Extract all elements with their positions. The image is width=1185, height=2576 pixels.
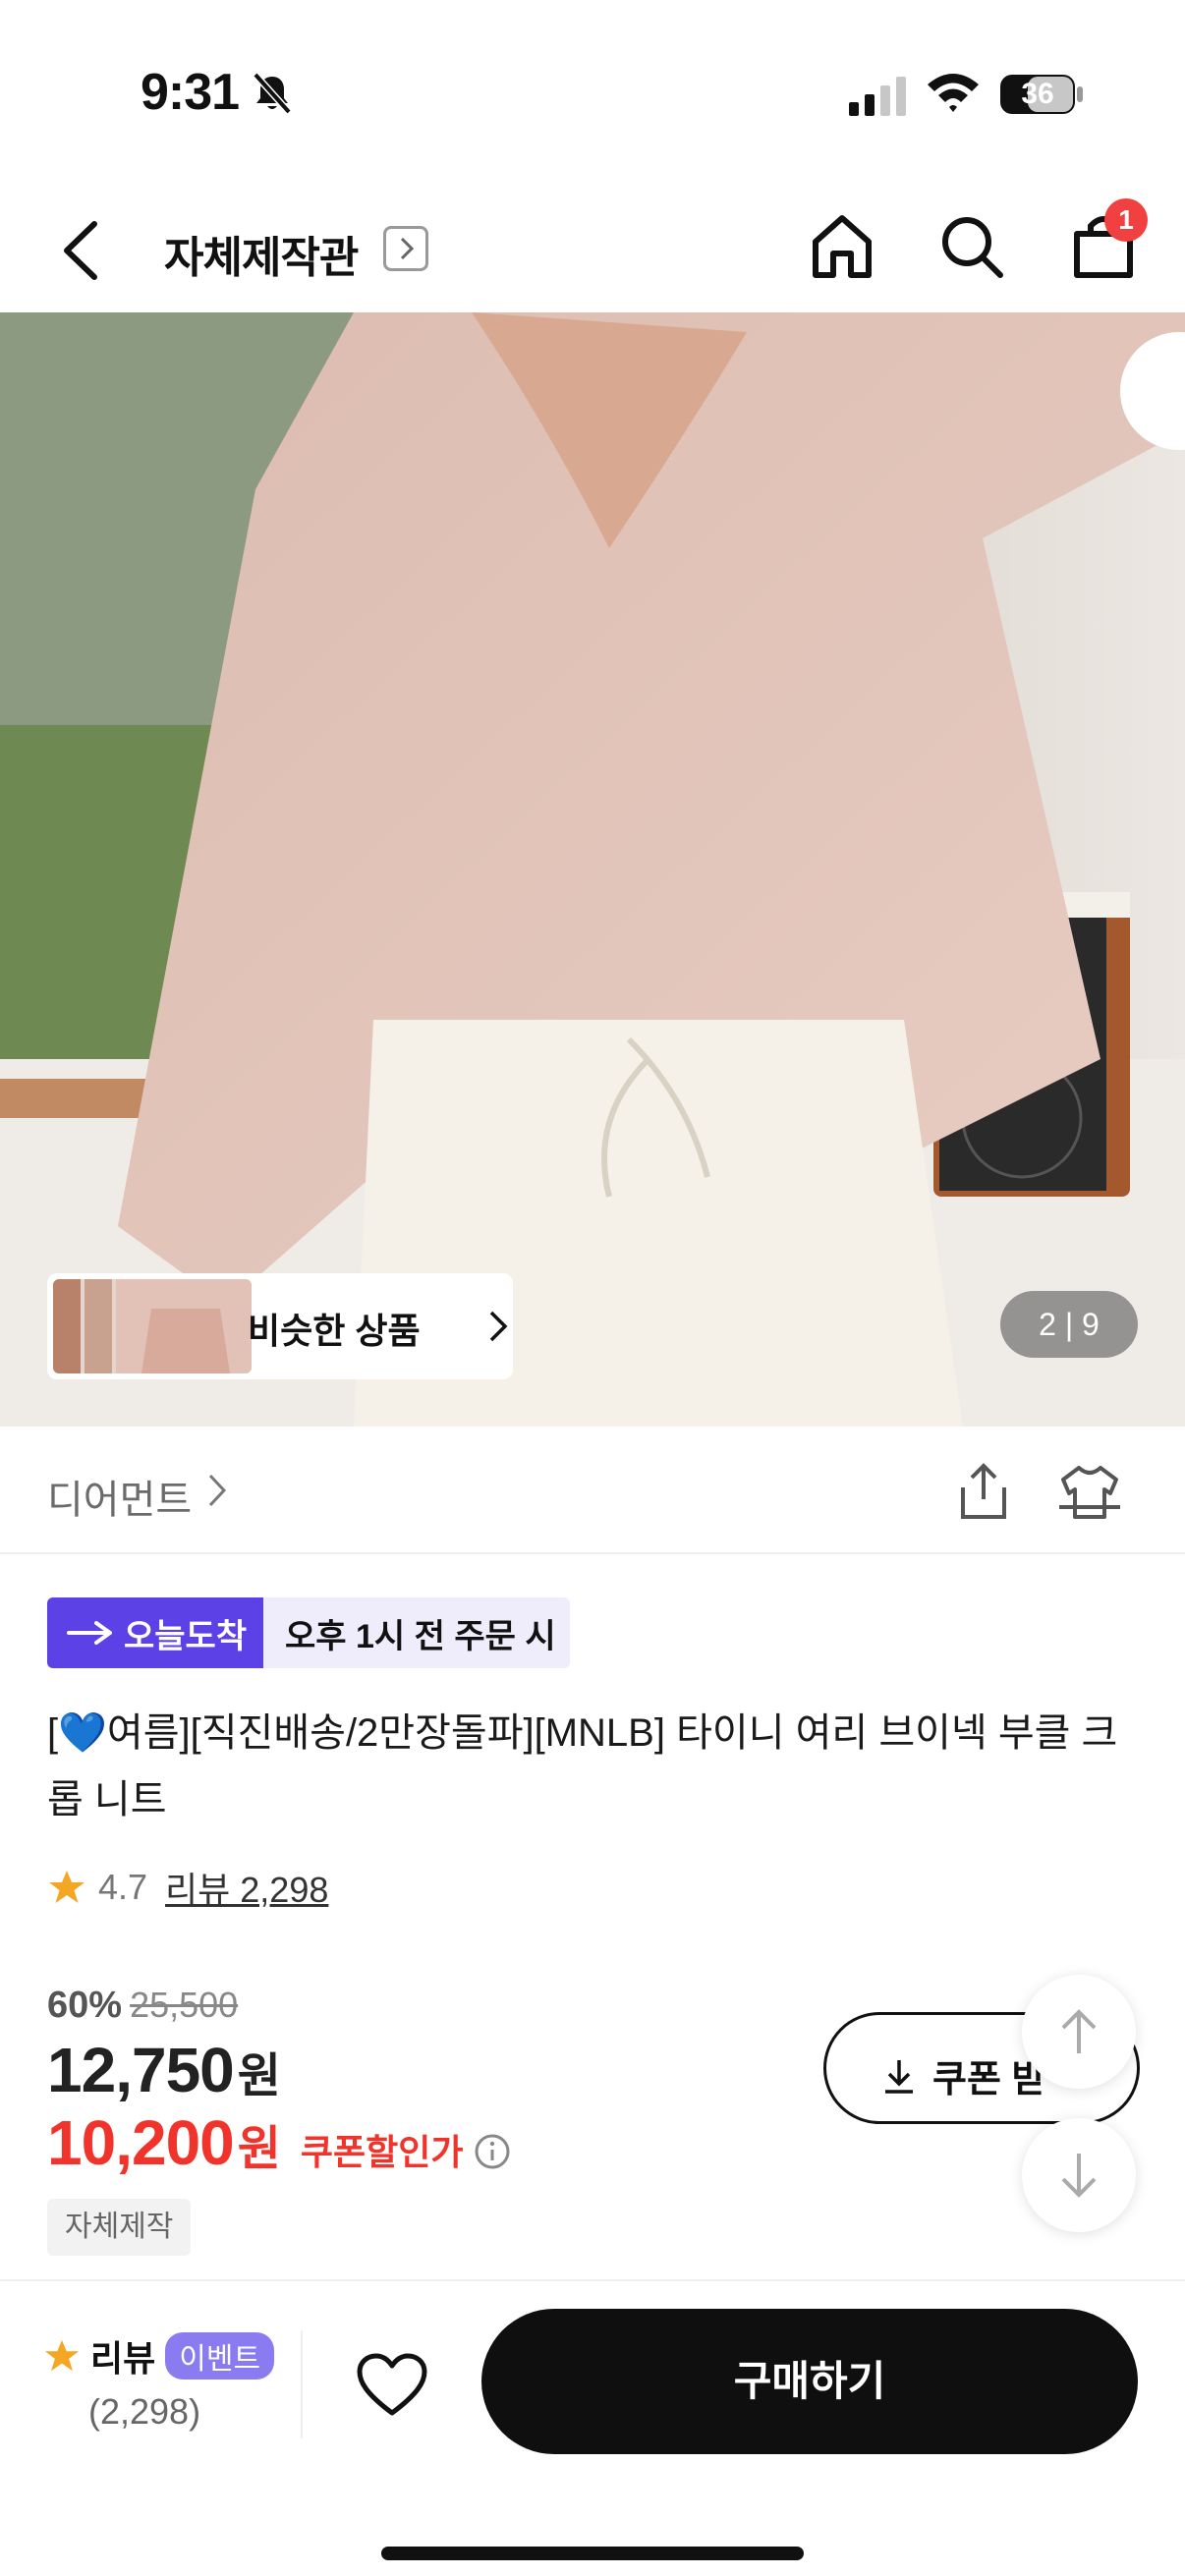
arrow-up-icon	[1061, 2009, 1097, 2053]
wifi-icon	[928, 74, 979, 112]
discount-row: 60% 25,500	[47, 1985, 238, 2027]
delivery-plane-icon	[67, 1621, 112, 1645]
brand-row: 디어먼트	[0, 1427, 1185, 1554]
home-icon[interactable]	[810, 212, 875, 281]
discount-percent: 60%	[47, 1985, 123, 2026]
chevron-right-icon	[489, 1311, 508, 1342]
product-tag: 자체제작	[47, 2199, 192, 2256]
home-indicator	[381, 2547, 804, 2560]
similar-products-label: 비슷한 상품	[248, 1311, 421, 1351]
sale-price: 12,750	[47, 2035, 235, 2105]
review-count: (2,298)	[88, 2391, 201, 2432]
search-icon[interactable]	[937, 212, 1006, 281]
delivery-cutoff-note: 오후 1시 전 주문 시	[263, 1597, 570, 1668]
original-price: 25,500	[130, 1985, 239, 2025]
buy-button[interactable]: 구매하기	[481, 2309, 1138, 2454]
share-icon[interactable]	[955, 1462, 1012, 1523]
similar-products-button[interactable]: 비슷한 상품	[47, 1273, 513, 1379]
divider	[301, 2330, 303, 2438]
cart-badge: 1	[1104, 198, 1148, 242]
coupon-price-label: 쿠폰할인가	[300, 2132, 464, 2172]
sale-price-row: 12,750 원	[47, 2034, 281, 2106]
rating-row: 4.7 리뷰 2,298	[47, 1863, 328, 1912]
brand-name[interactable]: 디어먼트	[47, 1468, 192, 1525]
review-count-link[interactable]: 리뷰 2,298	[165, 1862, 328, 1913]
today-delivery-label: 오늘도착	[124, 1617, 248, 1655]
arrow-down-icon	[1061, 2154, 1097, 2198]
scroll-to-top-button[interactable]	[1022, 1975, 1136, 2089]
today-delivery-badge: 오늘도착	[47, 1597, 263, 1668]
cellular-signal-icon	[849, 77, 906, 116]
battery-level: 36	[1021, 78, 1054, 110]
top-nav: 자체제작관	[0, 187, 1185, 312]
back-arrow-icon[interactable]	[53, 216, 112, 285]
battery-icon: 36	[998, 73, 1085, 116]
coupon-price: 10,200	[47, 2107, 235, 2178]
status-time: 9:31	[141, 64, 240, 121]
sale-price-unit: 원	[237, 2050, 281, 2102]
product-photo	[0, 312, 1185, 1427]
product-image-carousel[interactable]: 비슷한 상품 2 | 9	[0, 312, 1185, 1427]
similar-products-thumbnail	[53, 1279, 252, 1373]
store-chevron-icon[interactable]	[383, 226, 428, 271]
rating-value: 4.7	[98, 1867, 148, 1907]
scroll-to-bottom-button[interactable]	[1022, 2118, 1136, 2232]
review-summary[interactable]: 리뷰 이벤트 (2,298)	[43, 2330, 289, 2433]
review-label: 리뷰	[90, 2338, 156, 2379]
carousel-page-indicator: 2 | 9	[1000, 1291, 1138, 1358]
heart-icon[interactable]	[356, 2352, 428, 2419]
delivery-chip: 오늘도착 오후 1시 전 주문 시	[47, 1597, 570, 1668]
coupon-price-row: 10,200 원 쿠폰할인가	[47, 2106, 511, 2179]
coupon-price-unit: 원	[237, 2123, 281, 2175]
info-icon[interactable]	[474, 2133, 511, 2170]
star-icon	[49, 1871, 85, 1903]
store-title[interactable]: 자체제작관	[164, 222, 359, 285]
clothes-fitting-icon[interactable]	[1057, 1462, 1122, 1523]
bell-slash-icon	[253, 72, 292, 115]
event-badge: 이벤트	[165, 2332, 275, 2380]
download-icon	[885, 2059, 913, 2094]
star-icon	[44, 2339, 80, 2372]
bottom-action-bar: 리뷰 이벤트 (2,298) 구매하기	[0, 2279, 1185, 2576]
chevron-right-icon[interactable]	[206, 1472, 228, 1509]
status-bar: 9:31 36	[0, 0, 1185, 187]
product-title: [💙여름][직진배송/2만장돌파][MNLB] 타이니 여리 브이넥 부클 크롭…	[47, 1711, 1118, 1821]
